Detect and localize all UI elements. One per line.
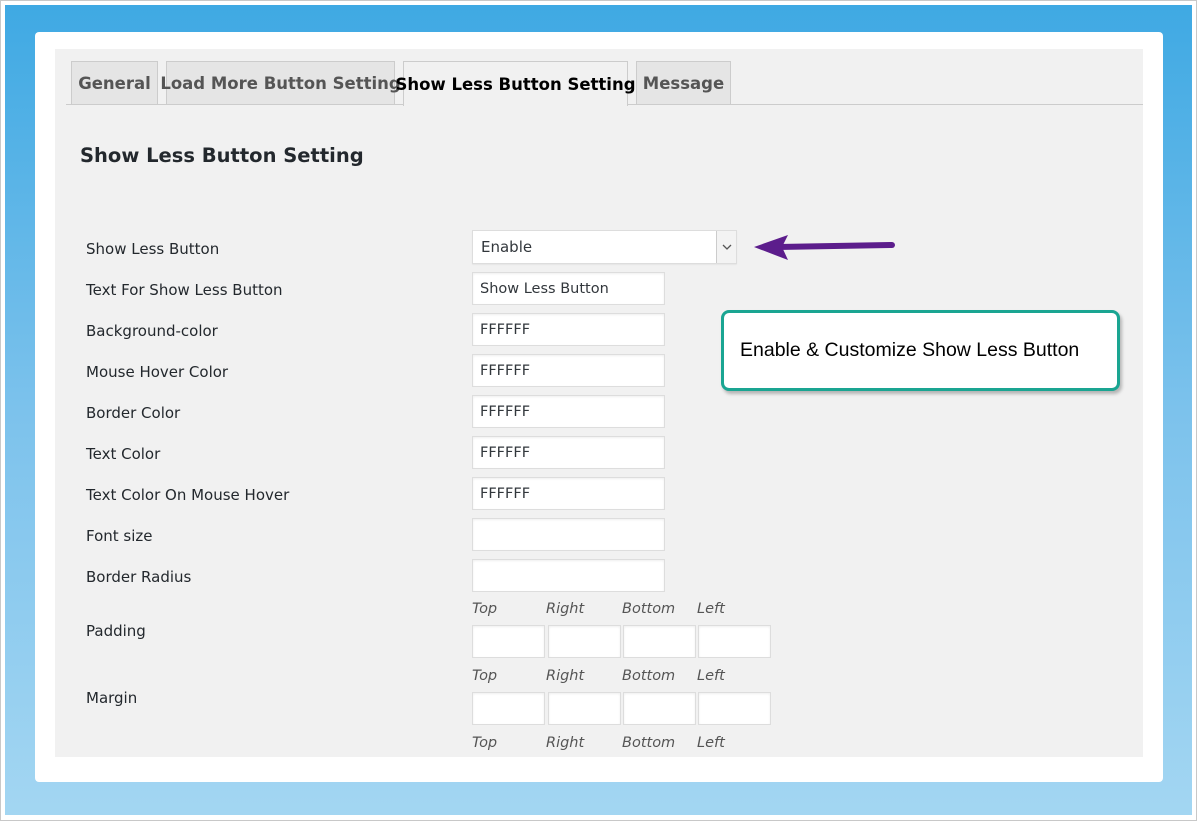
font-size-label: Font size: [86, 527, 153, 545]
next-top-caption: Top: [472, 735, 498, 751]
text-color-label: Text Color: [86, 445, 161, 463]
text-color-hover-label: Text Color On Mouse Hover: [86, 486, 290, 504]
border-radius-input[interactable]: [472, 559, 665, 592]
border-radius-label: Border Radius: [86, 568, 192, 586]
margin-right-caption: Right: [546, 668, 585, 684]
annotation-callout: Enable & Customize Show Less Button: [721, 310, 1120, 391]
tab-show-less-button-setting[interactable]: Show Less Button Setting: [395, 61, 636, 106]
border-color-input[interactable]: FFFFFF: [472, 395, 665, 428]
background-color-input[interactable]: FFFFFF: [472, 313, 665, 346]
text-for-show-less-label: Text For Show Less Button: [86, 281, 283, 299]
padding-left-input[interactable]: [698, 625, 771, 658]
annotation-callout-text: Enable & Customize Show Less Button: [740, 339, 1080, 361]
show-less-button-select[interactable]: Enable: [472, 230, 737, 264]
padding-top-caption: Top: [472, 601, 498, 617]
padding-top-input[interactable]: [472, 625, 545, 658]
margin-label: Margin: [86, 689, 138, 707]
next-bottom-caption: Bottom: [622, 735, 676, 751]
arrow-left-icon: [754, 235, 895, 260]
padding-label: Padding: [86, 622, 146, 640]
padding-left-caption: Left: [697, 601, 725, 617]
tab-message[interactable]: Message: [636, 61, 731, 104]
text-color-input[interactable]: FFFFFF: [472, 436, 665, 469]
font-size-input[interactable]: [472, 518, 665, 551]
margin-left-input[interactable]: [698, 692, 771, 725]
tab-load-more-button-setting[interactable]: Load More Button Setting: [160, 61, 401, 104]
select-dropdown-button[interactable]: [716, 231, 736, 263]
show-less-button-label: Show Less Button: [86, 240, 220, 258]
tab-general[interactable]: General: [71, 61, 158, 104]
border-color-label: Border Color: [86, 404, 181, 422]
next-right-caption: Right: [546, 735, 585, 751]
padding-bottom-caption: Bottom: [622, 601, 676, 617]
margin-right-input[interactable]: [548, 692, 621, 725]
margin-bottom-caption: Bottom: [622, 668, 676, 684]
chevron-down-icon: [722, 244, 732, 250]
show-less-button-select-value: Enable: [481, 238, 533, 256]
mouse-hover-color-label: Mouse Hover Color: [86, 363, 229, 381]
mouse-hover-color-input[interactable]: FFFFFF: [472, 354, 665, 387]
padding-bottom-input[interactable]: [623, 625, 696, 658]
padding-right-input[interactable]: [548, 625, 621, 658]
text-color-hover-input[interactable]: FFFFFF: [472, 477, 665, 510]
margin-left-caption: Left: [697, 668, 725, 684]
margin-top-caption: Top: [472, 668, 498, 684]
margin-top-input[interactable]: [472, 692, 545, 725]
next-left-caption: Left: [697, 735, 725, 751]
background-color-label: Background-color: [86, 322, 218, 340]
margin-bottom-input[interactable]: [623, 692, 696, 725]
text-for-show-less-input[interactable]: Show Less Button: [472, 272, 665, 305]
padding-right-caption: Right: [546, 601, 585, 617]
section-title: Show Less Button Setting: [80, 144, 364, 167]
